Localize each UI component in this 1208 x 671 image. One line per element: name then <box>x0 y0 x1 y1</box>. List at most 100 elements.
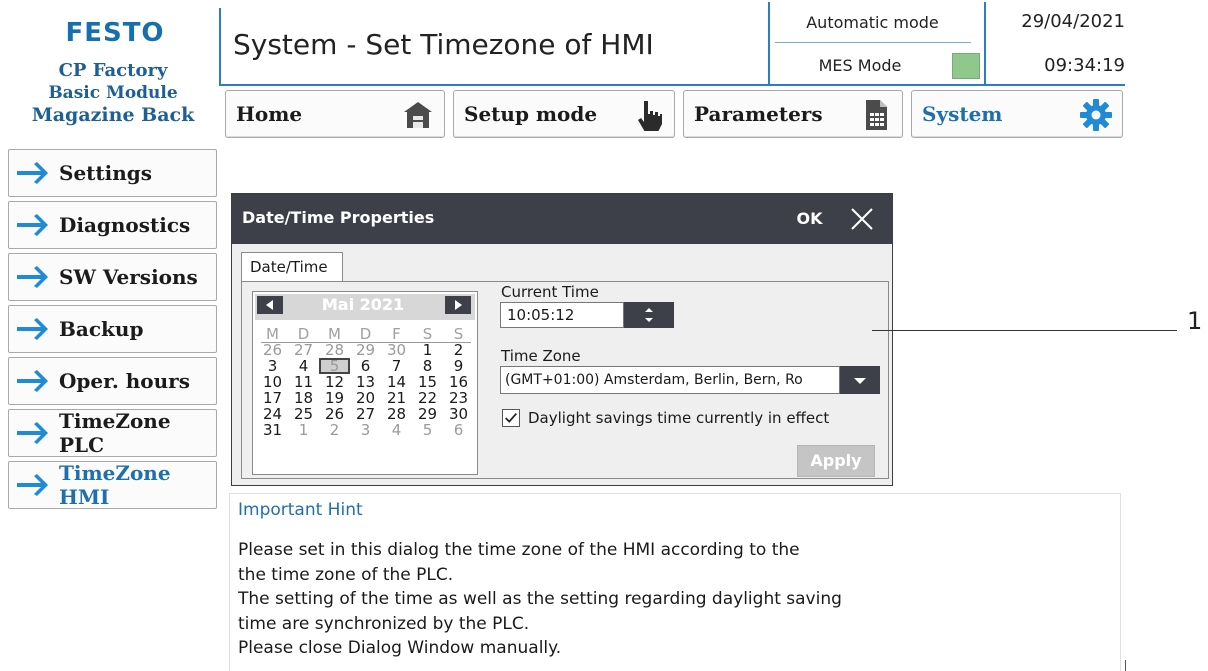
calendar-day[interactable]: 6 <box>350 358 381 374</box>
month-calendar[interactable]: Mai 2021 M D M D F S S 26 27 28 29 30 1 … <box>252 291 478 475</box>
sidebar-item-diagnostics[interactable]: Diagnostics <box>8 201 217 249</box>
calendar-day-selected[interactable]: 5 <box>319 358 350 374</box>
calendar-day[interactable]: 22 <box>412 390 443 406</box>
calendar-day[interactable]: 16 <box>443 374 474 390</box>
calendar-day[interactable]: 28 <box>319 342 350 358</box>
sidebar-item-timezone-plc[interactable]: TimeZone PLC <box>8 409 217 457</box>
hint-title: Important Hint <box>238 500 363 520</box>
sidebar-item-backup[interactable]: Backup <box>8 305 217 353</box>
calendar-day[interactable]: 1 <box>412 342 443 358</box>
sidebar-item-label: Settings <box>59 161 153 185</box>
status-divider-right <box>984 2 986 84</box>
date-display: 29/04/2021 <box>1021 11 1125 32</box>
calendar-day[interactable]: 2 <box>319 422 350 438</box>
calendar-day[interactable]: 30 <box>381 342 412 358</box>
calendar-day[interactable]: 12 <box>319 374 350 390</box>
calendar-day[interactable]: 10 <box>257 374 288 390</box>
sidebar-item-label: TimeZone PLC <box>59 409 171 457</box>
current-time-label: Current Time <box>501 283 599 301</box>
setup-mode-button[interactable]: Setup mode <box>453 90 675 138</box>
home-button[interactable]: Home <box>225 90 445 138</box>
gear-icon <box>1080 99 1112 131</box>
prev-month-icon[interactable] <box>257 296 283 314</box>
arrow-right-icon <box>17 422 48 444</box>
calendar-day[interactable]: 19 <box>319 390 350 406</box>
edge-tick <box>1125 660 1126 671</box>
calendar-day[interactable]: 26 <box>319 406 350 422</box>
chevron-down-icon[interactable] <box>840 366 880 394</box>
hand-pointer-icon <box>638 101 662 131</box>
next-month-icon[interactable] <box>445 296 471 314</box>
callout-leader-line <box>872 330 1177 331</box>
calendar-day[interactable]: 14 <box>381 374 412 390</box>
calendar-day[interactable]: 13 <box>350 374 381 390</box>
calendar-day[interactable]: 27 <box>288 342 319 358</box>
calendar-day[interactable]: 2 <box>443 342 474 358</box>
dialog-title: Date/Time Properties <box>242 208 435 227</box>
sidebar-item-label: TimeZone HMI <box>59 461 171 509</box>
apply-button[interactable]: Apply <box>797 445 875 477</box>
calendar-day[interactable]: 4 <box>381 422 412 438</box>
calendar-day[interactable]: 28 <box>381 406 412 422</box>
dialog-ok-button[interactable]: OK <box>787 197 832 241</box>
calendar-week: 3 4 5 6 7 8 9 <box>257 358 475 374</box>
home-label: Home <box>236 102 303 126</box>
sidebar-item-settings[interactable]: Settings <box>8 149 217 197</box>
page-title: System - Set Timezone of HMI <box>233 28 654 61</box>
system-label: System <box>922 102 1003 126</box>
arrow-right-icon <box>17 214 48 236</box>
time-zone-select[interactable]: (GMT+01:00) Amsterdam, Berlin, Bern, Ro <box>500 366 840 394</box>
calendar-day[interactable]: 3 <box>350 422 381 438</box>
calendar-day[interactable]: 31 <box>257 422 288 438</box>
arrow-right-icon <box>17 370 48 392</box>
calendar-day[interactable]: 29 <box>412 406 443 422</box>
calendar-day[interactable]: 8 <box>412 358 443 374</box>
calendar-day[interactable]: 3 <box>257 358 288 374</box>
calendar-day[interactable]: 1 <box>288 422 319 438</box>
calendar-day[interactable]: 23 <box>443 390 474 406</box>
calendar-day[interactable]: 18 <box>288 390 319 406</box>
callout-number: 1 <box>1187 307 1203 335</box>
system-button[interactable]: System <box>911 90 1123 138</box>
parameters-button[interactable]: Parameters <box>683 90 903 138</box>
calendar-day[interactable]: 30 <box>443 406 474 422</box>
calendar-day[interactable]: 26 <box>257 342 288 358</box>
calendar-day[interactable]: 17 <box>257 390 288 406</box>
festo-logo: FESTO <box>65 18 165 48</box>
station-line-2: Basic Module <box>48 83 178 103</box>
calendar-day[interactable]: 21 <box>381 390 412 406</box>
tab-date-time[interactable]: Date/Time <box>241 252 343 282</box>
sidebar-item-label: Oper. hours <box>59 369 190 393</box>
calendar-day[interactable]: 27 <box>350 406 381 422</box>
calendar-day[interactable]: 24 <box>257 406 288 422</box>
station-line-1: CP Factory <box>58 60 168 81</box>
date-time-dialog: Date/Time Properties OK Date/Time Mai 20… <box>231 193 893 486</box>
calendar-day[interactable]: 15 <box>412 374 443 390</box>
calendar-day[interactable]: 25 <box>288 406 319 422</box>
weekday-label: D <box>359 325 372 343</box>
calendar-week: 26 27 28 29 30 1 2 <box>257 342 475 358</box>
sidebar-item-timezone-hmi[interactable]: TimeZone HMI <box>8 461 217 509</box>
station-line-3: Magazine Back <box>31 104 195 126</box>
calendar-day[interactable]: 29 <box>350 342 381 358</box>
dst-checkbox[interactable] <box>502 409 520 427</box>
calendar-day[interactable]: 6 <box>443 422 474 438</box>
calendar-day[interactable]: 5 <box>412 422 443 438</box>
weekday-label: M <box>266 325 279 343</box>
dialog-title-bar: Date/Time Properties OK <box>232 194 892 244</box>
sidebar-item-oper-hours[interactable]: Oper. hours <box>8 357 217 405</box>
weekday-label: S <box>422 325 433 343</box>
calendar-day[interactable]: 9 <box>443 358 474 374</box>
calendar-day[interactable]: 11 <box>288 374 319 390</box>
hint-line: the time zone of the PLC. <box>238 564 454 585</box>
calendar-day[interactable]: 20 <box>350 390 381 406</box>
arrow-right-icon <box>17 318 48 340</box>
calendar-day[interactable]: 4 <box>288 358 319 374</box>
arrow-right-icon <box>17 162 48 184</box>
calendar-day[interactable]: 7 <box>381 358 412 374</box>
time-spinner-icon[interactable] <box>624 302 674 328</box>
close-icon[interactable] <box>837 197 887 241</box>
current-time-input[interactable]: 10:05:12 <box>500 302 624 328</box>
calendar-week: 17 18 19 20 21 22 23 <box>257 390 475 406</box>
sidebar-item-sw-versions[interactable]: SW Versions <box>8 253 217 301</box>
